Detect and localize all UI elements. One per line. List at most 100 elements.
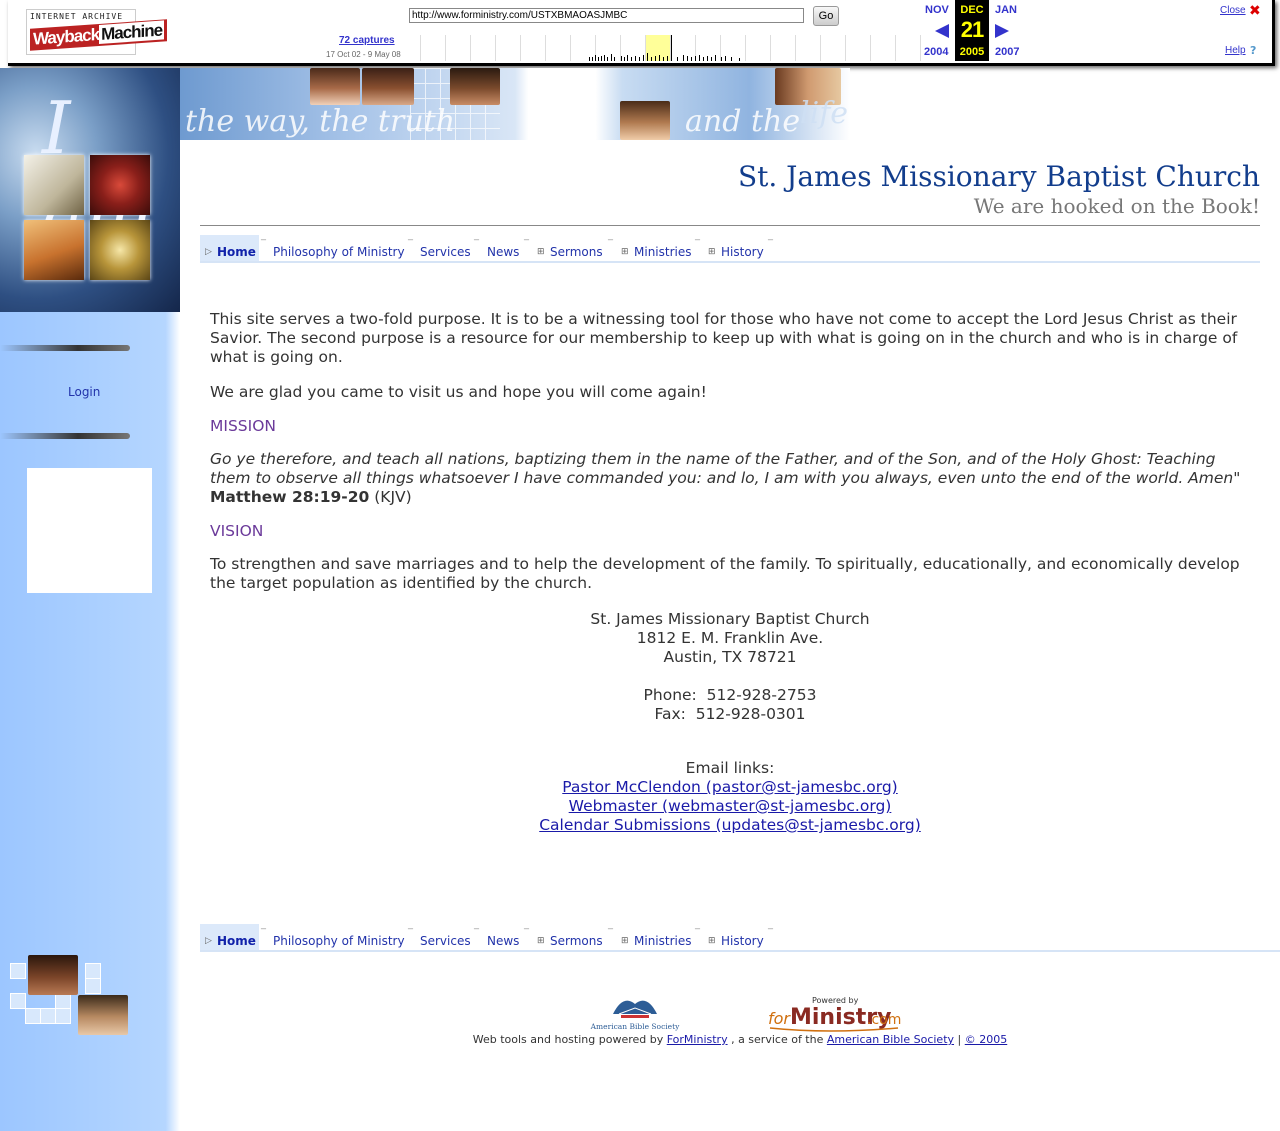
footer-middle: , a service of the [731, 1033, 824, 1046]
help-icon[interactable]: ? [1250, 44, 1256, 57]
timeline-capture-tick [639, 57, 640, 61]
wayback-logo[interactable]: INTERNET ARCHIVE Wayback Machine [26, 9, 168, 55]
grid-icon: ⊞ [537, 936, 545, 946]
nav-separator: ‾ [474, 239, 479, 250]
timeline-month-column [421, 35, 446, 61]
wayback-toolbar: INTERNET ARCHIVE Wayback Machine http://w… [0, 0, 1280, 68]
timeline-capture-tick [635, 56, 636, 61]
close-icon[interactable]: ✖ [1249, 3, 1261, 19]
wayback-prev-month[interactable]: NOV [925, 4, 949, 16]
welcome-paragraph: We are glad you came to visit us and hop… [210, 383, 707, 401]
banner-script-right: and the [685, 104, 801, 139]
nav-item-home[interactable]: Home [217, 934, 256, 948]
banner-script-life: life [800, 96, 849, 131]
nav-item-home[interactable]: Home [217, 245, 256, 259]
nav-item-history[interactable]: History [721, 245, 764, 259]
email-link-calendar[interactable]: Calendar Submissions (updates@st-jamesbc… [539, 816, 921, 834]
nav-item-sermons[interactable]: Sermons [550, 934, 603, 948]
wayback-captures-link[interactable]: 72 captures [339, 35, 395, 46]
fm-powered-text: Powered by [812, 996, 859, 1005]
banner-face-1 [310, 68, 360, 105]
timeline-capture-tick [721, 57, 722, 61]
wayback-prev-year[interactable]: 2004 [924, 46, 948, 58]
timeline-month-column [746, 35, 771, 61]
bible-society-emblem-icon: American Bible Society [590, 1000, 680, 1031]
collage-tile [25, 1008, 41, 1024]
timeline-capture-tick [691, 57, 692, 61]
nav-item-services[interactable]: Services [420, 245, 471, 259]
nav-separator: ‾ [768, 239, 773, 250]
banner-face-2 [362, 68, 414, 105]
nav-separator: ‾ [695, 928, 700, 939]
wayback-next-year[interactable]: 2007 [995, 46, 1019, 58]
wayback-capture-timeline[interactable] [420, 35, 921, 61]
footer-prefix: Web tools and hosting powered by [472, 1033, 664, 1046]
nav-item-history[interactable]: History [721, 934, 764, 948]
nav-item-philosophy[interactable]: Philosophy of Ministry [273, 245, 405, 259]
american-bible-society-logo[interactable]: American Bible Society [583, 992, 688, 1032]
timeline-month-column [821, 35, 846, 61]
mission-reference: Matthew 28:19-20 [210, 488, 370, 506]
collage-tile [10, 993, 26, 1009]
american-bible-society-link[interactable]: American Bible Society [827, 1033, 954, 1046]
timeline-capture-tick [731, 57, 732, 61]
wayback-help-link[interactable]: Help [1225, 45, 1246, 56]
collage-tile [55, 993, 71, 1009]
timeline-capture-tick [601, 56, 602, 61]
nav-item-sermons[interactable]: Sermons [550, 245, 603, 259]
timeline-capture-tick [663, 57, 664, 61]
sidebar-white-box [27, 468, 152, 593]
next-arrow-icon[interactable] [995, 24, 1009, 38]
timeline-capture-tick [695, 56, 696, 61]
bible-photo [24, 155, 84, 215]
hero-image: I am [0, 68, 180, 312]
grid-icon: ⊞ [708, 247, 716, 257]
nav-item-ministries[interactable]: Ministries [634, 934, 692, 948]
timeline-capture-tick [711, 57, 712, 61]
cross-photo [90, 155, 150, 215]
copyright-link[interactable]: © 2005 [965, 1033, 1008, 1046]
wayback-close-link[interactable]: Close [1220, 5, 1246, 16]
collage-tile [85, 963, 101, 979]
login-link[interactable]: Login [68, 385, 100, 399]
timeline-capture-tick [715, 55, 716, 61]
timeline-capture-tick [607, 57, 608, 61]
forministry-emblem-icon: Powered by for Ministry .com [768, 996, 901, 1032]
prev-arrow-icon[interactable] [935, 24, 949, 38]
vision-heading: VISION [210, 522, 264, 540]
timeline-capture-tick [589, 57, 590, 61]
timeline-capture-tick [614, 57, 615, 61]
wayback-go-button[interactable]: Go [813, 6, 839, 26]
nav-item-philosophy[interactable]: Philosophy of Ministry [273, 934, 405, 948]
mission-quote: Go ye therefore, and teach all nations, … [210, 450, 1234, 487]
nav-item-news[interactable]: News [487, 245, 519, 259]
wayback-current-year: 2005 [959, 46, 985, 58]
timeline-month-column [871, 35, 896, 61]
email-link-webmaster[interactable]: Webmaster (webmaster@st-jamesbc.org) [569, 797, 892, 815]
chi-rho-photo [90, 220, 150, 280]
email-link-pastor[interactable]: Pastor McClendon (pastor@st-jamesbc.org) [562, 778, 897, 796]
sidebar-divider [0, 433, 130, 439]
nav-separator: ‾ [695, 239, 700, 250]
wayback-next-month[interactable]: JAN [995, 4, 1017, 16]
nav-separator: ‾ [524, 928, 529, 939]
wayback-url-input[interactable]: http://www.forministry.com/USTXBMAOASJMB… [409, 8, 804, 23]
nav-item-ministries[interactable]: Ministries [634, 245, 692, 259]
collage-face-woman [28, 955, 78, 995]
nav-separator: ‾ [408, 928, 413, 939]
grid-icon: ⊞ [708, 936, 716, 946]
timeline-month-column [771, 35, 796, 61]
forministry-logo[interactable]: Powered by for Ministry .com [768, 994, 903, 1032]
nav-item-services[interactable]: Services [420, 934, 471, 948]
timeline-capture-tick [604, 55, 605, 61]
grid-icon: ⊞ [621, 247, 629, 257]
contact-city: Austin, TX 78721 [663, 648, 797, 666]
timeline-capture-tick [643, 55, 644, 61]
nav-item-news[interactable]: News [487, 934, 519, 948]
forministry-link[interactable]: ForMinistry [667, 1033, 728, 1046]
timeline-capture-tick [659, 55, 660, 61]
wayback-date-range: 17 Oct 02 - 9 May 08 [326, 50, 401, 59]
collage-face-man [78, 995, 128, 1035]
nav-separator: ‾ [768, 928, 773, 939]
contact-street: 1812 E. M. Franklin Ave. [636, 629, 824, 647]
